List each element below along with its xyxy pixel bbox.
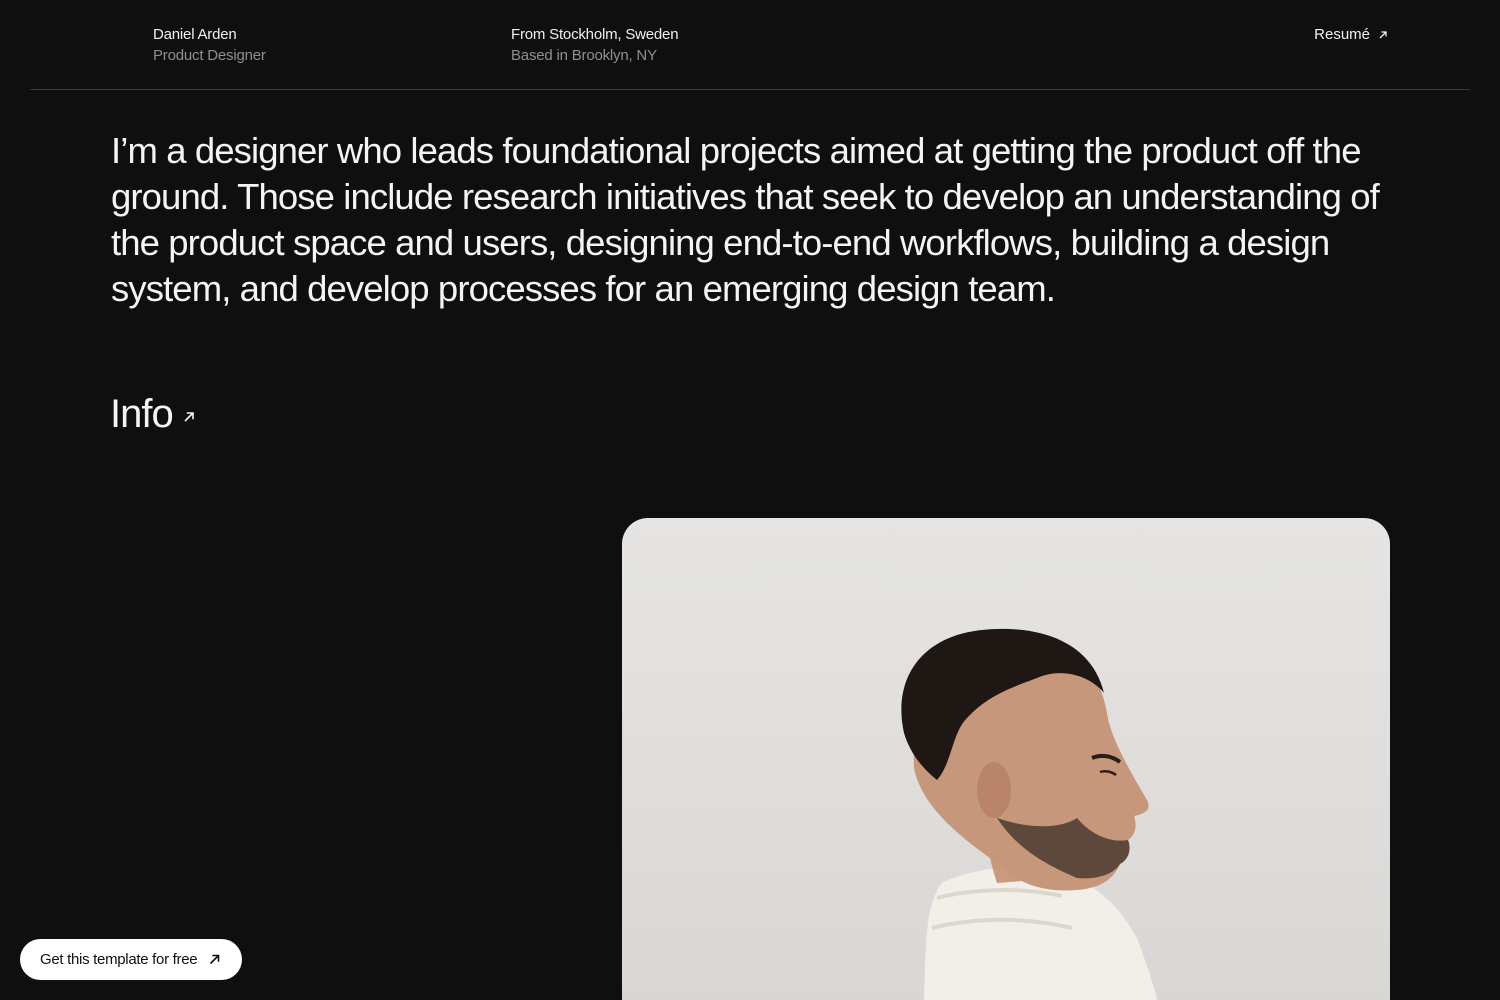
origin-text: From Stockholm, Sweden xyxy=(511,26,679,43)
intro-statement: I’m a designer who leads foundational pr… xyxy=(111,130,1380,309)
arrow-up-right-icon xyxy=(184,412,194,422)
cta-label: Get this template for free xyxy=(40,951,198,968)
info-link[interactable]: Info xyxy=(110,390,195,438)
location-text: Based in Brooklyn, NY xyxy=(511,47,657,64)
designer-name: Daniel Arden xyxy=(153,26,237,43)
designer-identity: Daniel Arden Product Designer xyxy=(153,24,266,66)
designer-location: From Stockholm, Sweden Based in Brooklyn… xyxy=(511,24,679,66)
site-header: Daniel Arden Product Designer From Stock… xyxy=(30,0,1470,90)
arrow-up-right-icon xyxy=(210,954,220,965)
resume-link[interactable]: Resumé xyxy=(1314,24,1388,45)
portrait-photo xyxy=(622,518,1390,1000)
portfolio-page: Daniel Arden Product Designer From Stock… xyxy=(0,0,1500,1000)
get-template-button[interactable]: Get this template for free xyxy=(20,939,243,980)
portrait-illustration xyxy=(901,628,1158,1000)
resume-label: Resumé xyxy=(1314,26,1370,43)
arrow-up-right-icon xyxy=(1379,30,1387,38)
designer-role: Product Designer xyxy=(153,47,266,64)
info-label: Info xyxy=(110,392,174,436)
